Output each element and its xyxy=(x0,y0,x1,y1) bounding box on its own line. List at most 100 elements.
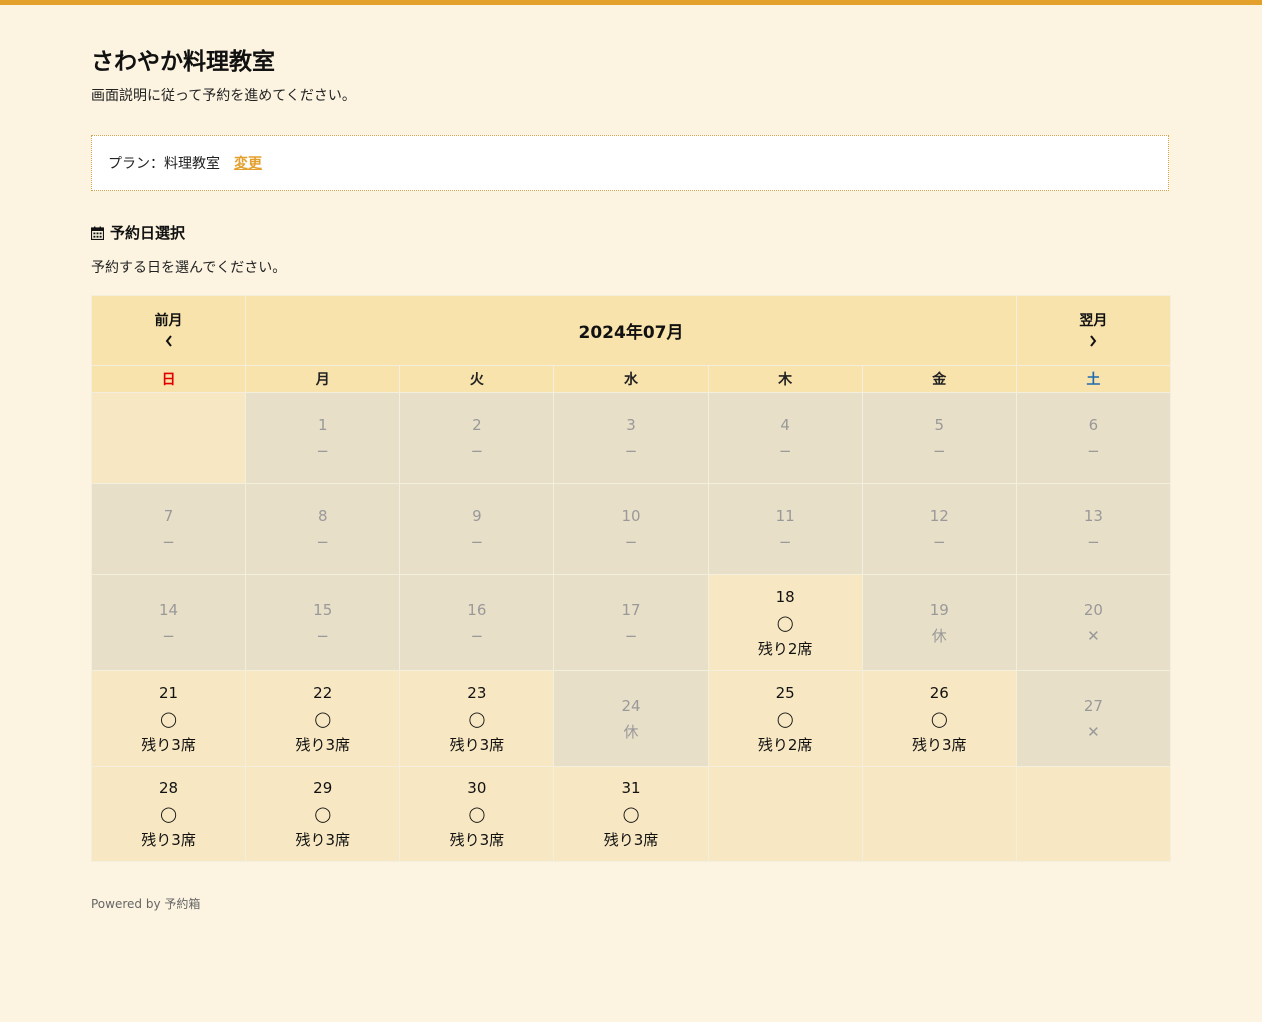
day-number: 17 xyxy=(621,600,641,619)
day-number: 5 xyxy=(934,416,945,434)
calendar-day-cell[interactable]: 31 ◯ 残り3席 xyxy=(553,766,709,862)
weekday-sun: 日 xyxy=(90,365,247,393)
day-number: 13 xyxy=(1083,507,1103,525)
day-remaining-seats: 残り3席 xyxy=(295,831,350,849)
calendar-day-cell[interactable]: 26 ◯ 残り3席 xyxy=(861,670,1017,767)
calendar-day-cell[interactable]: 18 ◯ 残り2席 xyxy=(707,574,863,671)
day-number: 29 xyxy=(313,779,333,797)
day-number: 8 xyxy=(317,507,328,525)
day-availability-mark: − xyxy=(778,533,792,551)
day-availability-mark: − xyxy=(778,442,792,460)
day-remaining-seats: 残り3席 xyxy=(295,735,350,754)
calendar-day-cell: 11 − xyxy=(707,483,863,575)
day-availability-mark: − xyxy=(316,533,329,551)
calendar-day-cell[interactable]: 22 ◯ 残り3席 xyxy=(245,670,401,767)
calendar-week-row: 14 − 15 − 16 − 17 − 18 ◯ 残り2席 19 休 20 ✕ xyxy=(90,574,1172,671)
day-availability-mark: − xyxy=(162,626,175,645)
calendar-day-cell: 24 休 xyxy=(553,670,709,767)
day-number: 19 xyxy=(929,600,949,619)
day-availability-mark: ◯ xyxy=(160,805,177,823)
calendar-empty-cell xyxy=(1015,766,1172,862)
chevron-right-icon xyxy=(1017,334,1170,351)
day-availability-mark: − xyxy=(624,442,638,460)
day-availability-mark: − xyxy=(1087,533,1100,551)
calendar-week-row: 21 ◯ 残り3席 22 ◯ 残り3席 23 ◯ 残り3席 24 休 25 ◯ 残り2席 26 ◯ 残り3席 27… xyxy=(90,670,1172,767)
plan-change-link[interactable]: 変更 xyxy=(234,153,262,173)
calendar-day-cell[interactable]: 28 ◯ 残り3席 xyxy=(90,766,247,862)
day-availability-mark: ◯ xyxy=(622,805,640,823)
next-month-button[interactable]: 翌月 xyxy=(1015,295,1172,366)
day-number: 18 xyxy=(775,587,795,606)
calendar-day-cell[interactable]: 21 ◯ 残り3席 xyxy=(90,670,247,767)
weekday-fri: 金 xyxy=(861,365,1017,393)
day-remaining-seats: 残り3席 xyxy=(603,831,659,849)
calendar-day-cell: 20 ✕ xyxy=(1015,574,1172,671)
day-number: 24 xyxy=(621,696,641,715)
weekday-mon: 月 xyxy=(245,365,401,393)
day-number: 12 xyxy=(929,507,949,525)
day-number: 14 xyxy=(159,600,179,619)
day-remaining-seats: 残り3席 xyxy=(912,735,967,754)
calendar-empty-cell xyxy=(90,392,247,484)
site-title: さわやか料理教室 xyxy=(91,49,275,75)
plan-box: プラン：料理教室 変更 xyxy=(91,135,1169,191)
calendar-day-cell: 14 − xyxy=(90,574,247,671)
footer-powered-by: Powered by 予約箱 xyxy=(91,897,201,911)
day-availability-mark: ◯ xyxy=(776,613,794,632)
next-month-label: 翌月 xyxy=(1079,313,1108,329)
calendar-nav-row: 前月 2024年07月 翌月 xyxy=(90,295,1172,366)
day-availability-mark: − xyxy=(624,626,638,645)
calendar-empty-cell xyxy=(707,766,863,862)
calendar-day-cell: 10 − xyxy=(553,483,709,575)
day-availability-mark: 休 xyxy=(623,722,639,741)
weekday-header-row: 日 月 火 水 木 金 土 xyxy=(90,365,1172,393)
day-number: 20 xyxy=(1083,600,1103,619)
day-number: 1 xyxy=(317,416,328,434)
day-availability-mark: ✕ xyxy=(1087,722,1100,741)
day-number: 10 xyxy=(621,507,641,525)
calendar-day-cell[interactable]: 25 ◯ 残り2席 xyxy=(707,670,863,767)
day-remaining-seats: 残り3席 xyxy=(141,735,196,754)
day-number: 31 xyxy=(621,779,641,797)
day-number: 15 xyxy=(313,600,333,619)
day-availability-mark: ◯ xyxy=(776,709,794,728)
day-number: 3 xyxy=(626,416,636,434)
day-availability-mark: ◯ xyxy=(314,709,332,728)
day-number: 25 xyxy=(775,683,795,702)
calendar-week-row: 1−2−3−4−5−6− xyxy=(90,392,1172,484)
calendar-day-cell: 19 休 xyxy=(861,574,1017,671)
calendar-day-cell: 6− xyxy=(1015,392,1172,484)
chevron-left-icon xyxy=(92,334,245,351)
day-availability-mark: − xyxy=(316,626,329,645)
top-accent-bar xyxy=(0,0,1262,5)
day-number: 22 xyxy=(313,683,333,702)
day-remaining-seats: 残り3席 xyxy=(449,735,505,754)
prev-month-button[interactable]: 前月 xyxy=(90,295,247,366)
calendar-day-cell: 4− xyxy=(707,392,863,484)
calendar-day-cell: 13 − xyxy=(1015,483,1172,575)
calendar-icon xyxy=(91,226,104,240)
calendar-day-cell[interactable]: 23 ◯ 残り3席 xyxy=(399,670,555,767)
day-availability-mark: − xyxy=(470,626,484,645)
day-availability-mark: − xyxy=(1087,442,1100,460)
section-heading-text: 予約日選択 xyxy=(110,224,186,242)
day-number: 27 xyxy=(1083,696,1103,715)
day-remaining-seats: 残り2席 xyxy=(757,735,813,754)
calendar-day-cell: 2− xyxy=(399,392,555,484)
day-availability-mark: ◯ xyxy=(930,709,948,728)
section-heading: 予約日選択 xyxy=(91,222,185,243)
day-number: 11 xyxy=(775,507,795,525)
day-availability-mark: 休 xyxy=(931,626,947,645)
calendar-day-cell[interactable]: 29 ◯ 残り3席 xyxy=(245,766,401,862)
weekday-thu: 木 xyxy=(707,365,863,393)
section-description: 予約する日を選んでください。 xyxy=(91,260,287,276)
calendar-empty-cell xyxy=(861,766,1017,862)
day-availability-mark: ✕ xyxy=(1087,626,1100,645)
calendar-day-cell: 12 − xyxy=(861,483,1017,575)
calendar-day-cell: 16 − xyxy=(399,574,555,671)
weekday-wed: 水 xyxy=(553,365,709,393)
calendar-day-cell[interactable]: 30 ◯ 残り3席 xyxy=(399,766,555,862)
day-availability-mark: − xyxy=(932,442,946,460)
weekday-sat: 土 xyxy=(1015,365,1172,393)
day-number: 6 xyxy=(1088,416,1099,434)
